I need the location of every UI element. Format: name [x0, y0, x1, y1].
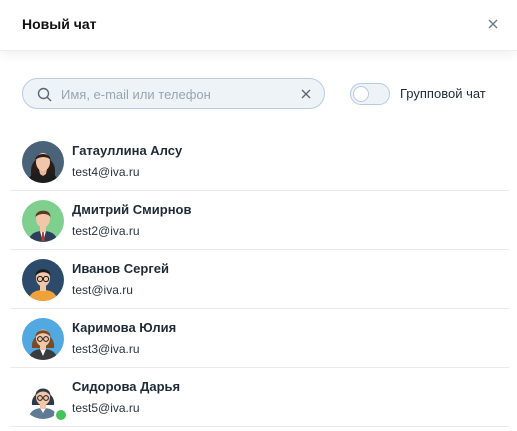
contact-item[interactable]: Сидорова Дарья test5@iva.ru — [10, 368, 509, 427]
contact-email: test4@iva.ru — [72, 165, 140, 179]
avatar — [22, 259, 64, 301]
contact-name: Иванов Сергей — [72, 261, 169, 276]
contact-email: test@iva.ru — [72, 283, 133, 297]
clear-search-icon[interactable] — [300, 88, 312, 100]
dialog-header: Новый чат — [0, 0, 517, 51]
contact-item[interactable]: Гатауллина Алсу test4@iva.ru — [10, 132, 509, 191]
contact-email: test3@iva.ru — [72, 342, 140, 356]
online-status-indicator — [54, 408, 68, 422]
search-box — [22, 78, 325, 109]
close-icon[interactable] — [483, 14, 503, 34]
contact-name: Каримова Юлия — [72, 320, 177, 335]
contact-item[interactable]: Каримова Юлия test3@iva.ru — [10, 309, 509, 368]
contact-item[interactable]: Иванов Сергей test@iva.ru — [10, 250, 509, 309]
contact-name: Дмитрий Смирнов — [72, 202, 192, 217]
dialog-title: Новый чат — [22, 16, 97, 32]
avatar — [22, 200, 64, 242]
search-icon — [37, 87, 52, 102]
avatar — [22, 318, 64, 360]
group-chat-label: Групповой чат — [400, 86, 486, 101]
contact-email: test5@iva.ru — [72, 401, 140, 415]
contact-item[interactable]: Дмитрий Смирнов test2@iva.ru — [10, 191, 509, 250]
avatar — [22, 141, 64, 183]
toggle-knob — [353, 86, 369, 102]
contact-name: Гатауллина Алсу — [72, 143, 183, 158]
contact-email: test2@iva.ru — [72, 224, 140, 238]
toolbar: Групповой чат — [0, 51, 517, 131]
search-input[interactable] — [61, 83, 283, 105]
contact-name: Сидорова Дарья — [72, 379, 181, 394]
group-chat-toggle[interactable] — [350, 83, 390, 105]
contact-list: Гатауллина Алсу test4@iva.ru Дмитрий Сми… — [10, 132, 509, 427]
